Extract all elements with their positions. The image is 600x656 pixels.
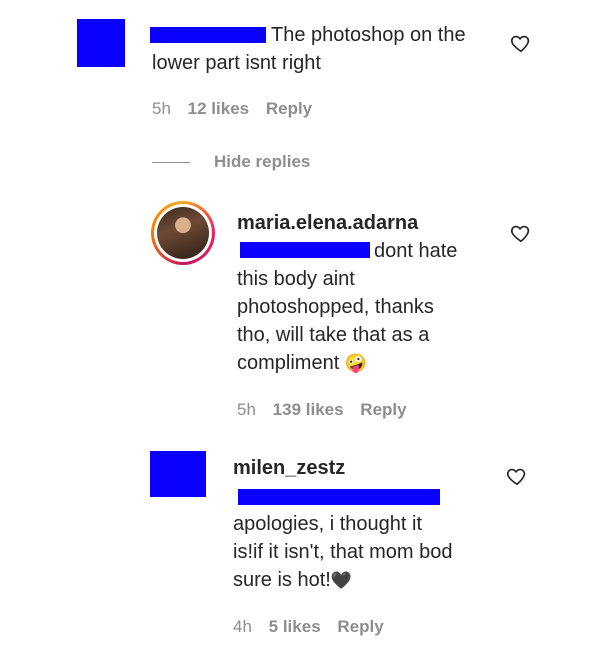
reply2-text-hot: sure is hot!	[233, 569, 331, 591]
reply1-text-line3: photoshopped, thanks	[237, 296, 434, 318]
reply1-text-line4: tho, will take that as a	[237, 324, 430, 346]
reply1-reply-button[interactable]: Reply	[360, 400, 406, 419]
comment1-avatar[interactable]	[77, 19, 125, 67]
comment1-like-heart-icon[interactable]	[510, 32, 532, 54]
reply2-likes[interactable]: 5 likes	[269, 617, 321, 636]
reply1-text-line1: dont hate	[374, 240, 458, 262]
black-heart-emoji-icon: 🖤	[330, 571, 352, 590]
comment1-reply-button[interactable]: Reply	[266, 99, 312, 118]
reply2-username[interactable]: milen_zestz	[233, 457, 345, 480]
hide-replies-divider	[152, 162, 190, 163]
reply1-username[interactable]: maria.elena.adarna	[237, 212, 418, 235]
reply1-likes[interactable]: 139 likes	[273, 400, 344, 419]
reply1-mention-redacted	[240, 242, 370, 258]
comment1-text-line2: lower part isnt right	[152, 52, 321, 74]
reply2-meta: 4h 5 likes Reply	[233, 617, 384, 637]
reply2-like-heart-icon[interactable]	[506, 465, 528, 487]
reply2-text-line2: is!if it isn't, that mom bod	[233, 541, 453, 563]
reply1-avatar-photo	[157, 207, 209, 259]
hide-replies-button[interactable]: Hide replies	[214, 152, 310, 172]
comment1-likes[interactable]: 12 likes	[188, 99, 249, 118]
comment1-text-line1: The photoshop on the	[271, 24, 466, 46]
reply1-text-line5: compliment 🤪	[237, 349, 367, 377]
reply1-text-line2: this body aint	[237, 268, 355, 290]
reply2-avatar[interactable]	[150, 451, 206, 497]
comment1-meta: 5h 12 likes Reply	[152, 99, 312, 119]
reply2-mention-redacted	[238, 489, 440, 505]
reply2-reply-button[interactable]: Reply	[337, 617, 383, 636]
reply2-time: 4h	[233, 617, 252, 636]
zany-face-emoji-icon: 🤪	[344, 353, 368, 373]
reply2-text-line1: apologies, i thought it	[233, 513, 423, 535]
comment1-time: 5h	[152, 99, 171, 118]
reply1-text-compliment: compliment	[237, 352, 340, 374]
reply2-text-line3: sure is hot!🖤	[233, 566, 352, 595]
reply1-time: 5h	[237, 400, 256, 419]
reply1-like-heart-icon[interactable]	[510, 222, 532, 244]
comment1-username-redacted	[150, 27, 266, 43]
reply1-meta: 5h 139 likes Reply	[237, 400, 407, 420]
